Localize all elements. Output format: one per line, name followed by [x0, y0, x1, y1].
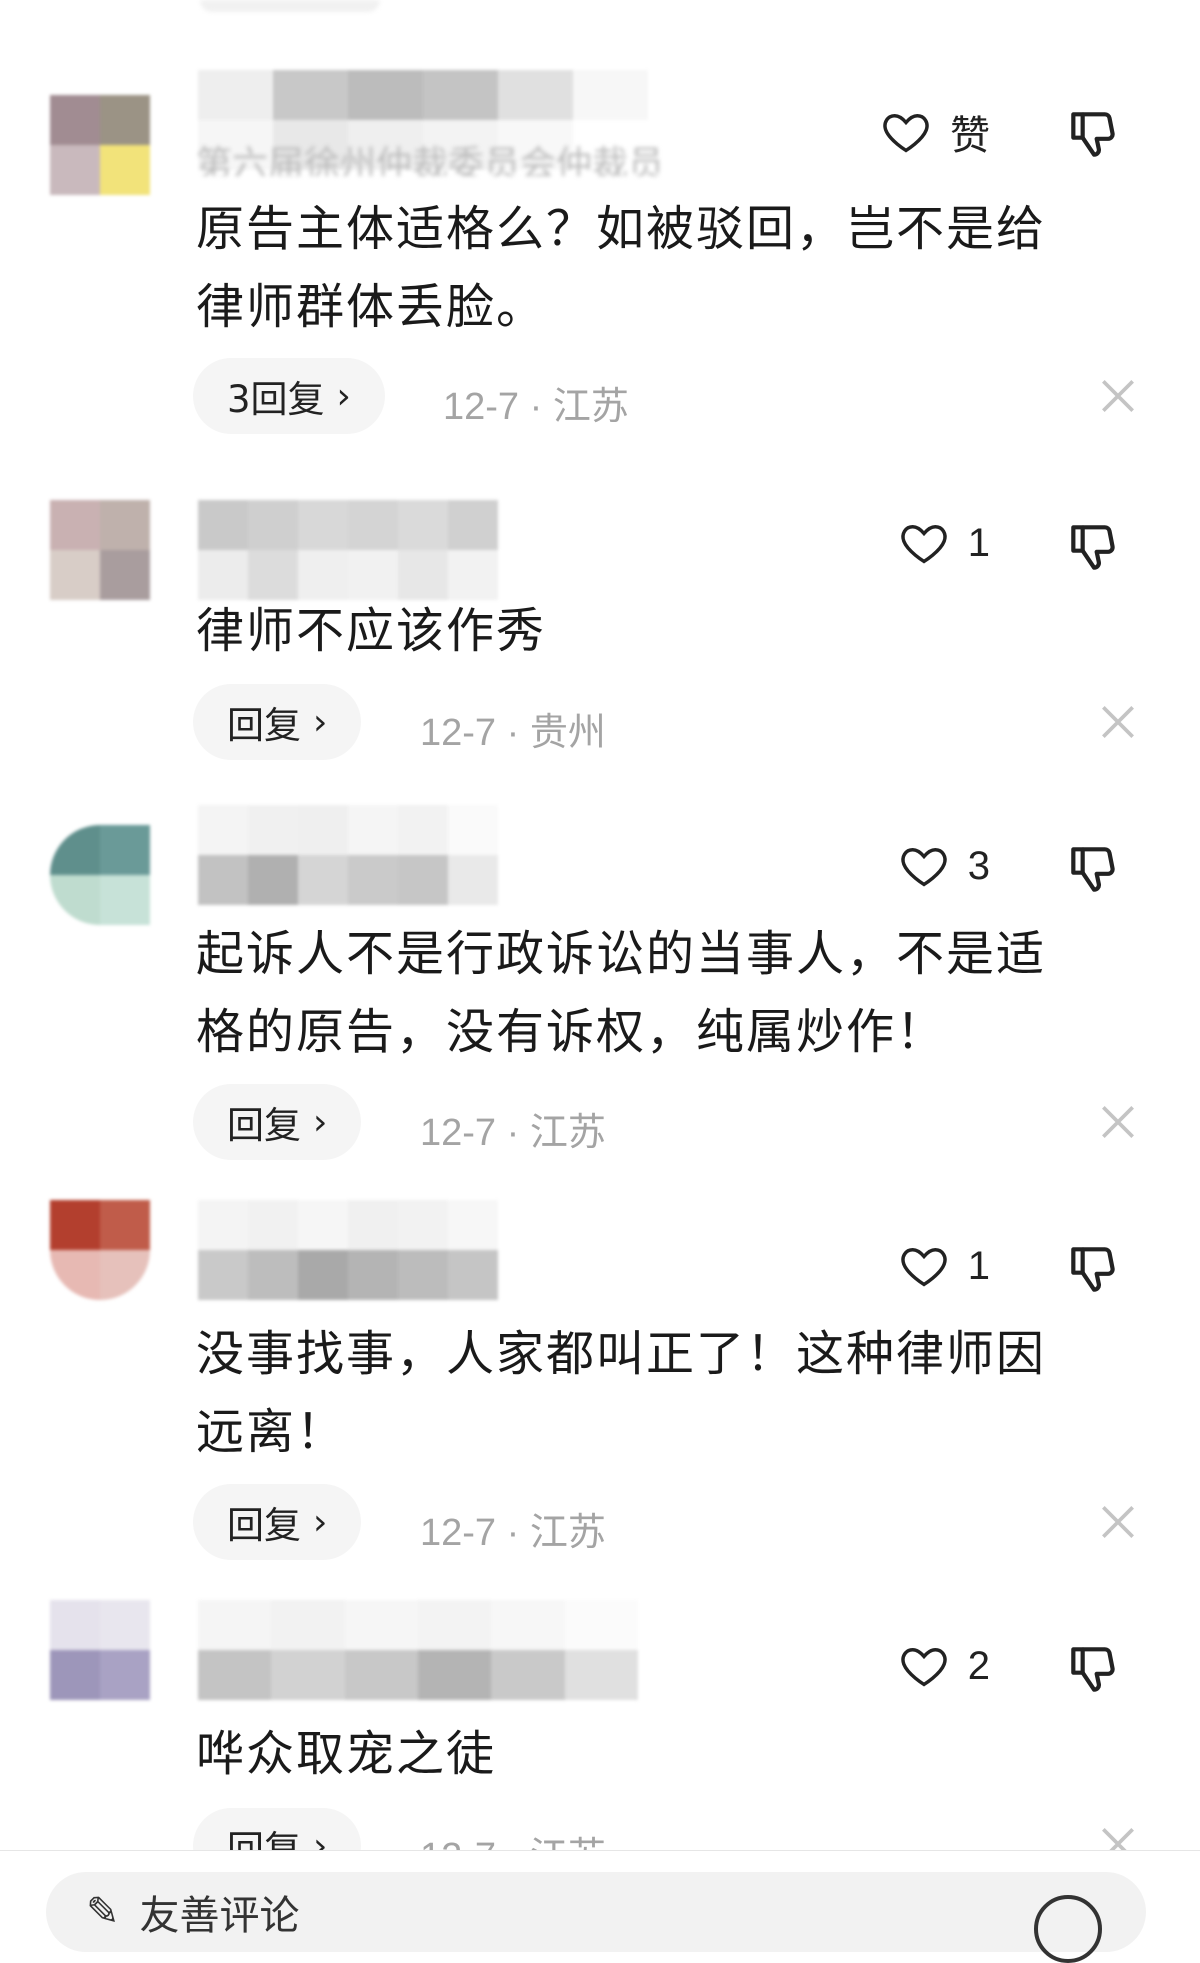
like-button[interactable]: 赞: [880, 103, 990, 161]
comment-meta: 12-7 · 江苏: [443, 386, 629, 428]
comment-text: 原告主体适格么？如被驳回，岂不是给 律师群体丢脸。: [196, 190, 1116, 346]
comment-line: 律师群体丢脸。: [196, 279, 547, 335]
heart-icon: [901, 525, 947, 564]
chevron-right-icon: ›: [313, 701, 328, 743]
avatar[interactable]: [50, 1600, 150, 1700]
emoji-icon[interactable]: [1034, 1895, 1102, 1963]
dislike-icon[interactable]: [1064, 105, 1120, 161]
previous-item-edge: [200, 0, 380, 12]
username-blurred[interactable]: [198, 1200, 498, 1300]
close-icon[interactable]: [1096, 1100, 1140, 1144]
dislike-icon[interactable]: [1064, 840, 1120, 896]
comment-line: 哗众取宠之徒: [196, 1726, 497, 1782]
avatar[interactable]: [50, 95, 150, 195]
reply-label: 回复: [227, 1504, 301, 1547]
avatar[interactable]: [50, 500, 150, 600]
avatar[interactable]: [50, 1200, 150, 1300]
dislike-icon[interactable]: [1064, 1640, 1120, 1696]
user-title: 第六届徐州仲裁委员会仲裁员: [196, 144, 665, 176]
comment-input-label: 友善评论: [139, 1893, 300, 1939]
like-count: 赞: [950, 114, 990, 158]
comment-line: 没事找事，人家都叫正了！这种律师因: [196, 1326, 1047, 1382]
comment-text: 律师不应该作秀: [196, 592, 1116, 670]
username-blurred[interactable]: [198, 500, 498, 600]
heart-icon: [901, 1648, 947, 1687]
comment-meta: 12-7 · 贵州: [420, 712, 606, 754]
comment-line: 起诉人不是行政诉讼的当事人，不是适: [196, 926, 1047, 982]
comment-meta: 12-7 · 江苏: [420, 1112, 606, 1154]
like-count: 1: [967, 1243, 990, 1288]
reply-button[interactable]: 回复 ›: [193, 1084, 362, 1160]
comment-text: 起诉人不是行政诉讼的当事人，不是适 格的原告，没有诉权，纯属炒作！: [196, 915, 1116, 1071]
avatar[interactable]: [50, 825, 150, 925]
comment-input[interactable]: ✎ 友善评论: [46, 1872, 1146, 1952]
username-blurred[interactable]: [198, 1600, 638, 1700]
like-button[interactable]: 1: [898, 517, 990, 569]
close-icon[interactable]: [1096, 1500, 1140, 1544]
like-count: 3: [967, 843, 990, 888]
comment-text: 哗众取宠之徒: [196, 1715, 1116, 1793]
heart-icon: [883, 114, 929, 153]
dislike-icon[interactable]: [1064, 518, 1120, 574]
like-count: 2: [967, 1643, 990, 1688]
close-icon[interactable]: [1096, 374, 1140, 418]
close-icon[interactable]: [1096, 700, 1140, 744]
reply-button[interactable]: 回复 ›: [193, 1484, 362, 1560]
like-button[interactable]: 2: [898, 1640, 990, 1692]
comment-line: 原告主体适格么？如被驳回，岂不是给: [196, 201, 1047, 257]
reply-button[interactable]: 3回复 ›: [193, 358, 385, 434]
comment-meta: 12-7 · 江苏: [420, 1512, 606, 1554]
reply-button[interactable]: 回复 ›: [193, 684, 362, 760]
dislike-icon[interactable]: [1064, 1240, 1120, 1296]
heart-icon: [901, 848, 947, 887]
chevron-right-icon: ›: [313, 1501, 328, 1543]
heart-icon: [901, 1248, 947, 1287]
comment-line: 远离！: [196, 1404, 347, 1460]
like-button[interactable]: 3: [898, 840, 990, 892]
reply-label: 回复: [227, 1104, 301, 1147]
comment-line: 律师不应该作秀: [196, 603, 547, 659]
reply-label: 回复: [227, 704, 301, 747]
like-count: 1: [967, 520, 990, 565]
username-blurred[interactable]: [198, 805, 498, 905]
comment-text: 没事找事，人家都叫正了！这种律师因 远离！: [196, 1315, 1116, 1471]
pen-icon: ✎: [86, 1889, 120, 1935]
reply-label: 3回复: [227, 378, 325, 421]
chevron-right-icon: ›: [313, 1101, 328, 1143]
like-button[interactable]: 1: [898, 1240, 990, 1292]
chevron-right-icon: ›: [336, 375, 351, 417]
comment-line: 格的原告，没有诉权，纯属炒作！: [196, 1004, 947, 1060]
